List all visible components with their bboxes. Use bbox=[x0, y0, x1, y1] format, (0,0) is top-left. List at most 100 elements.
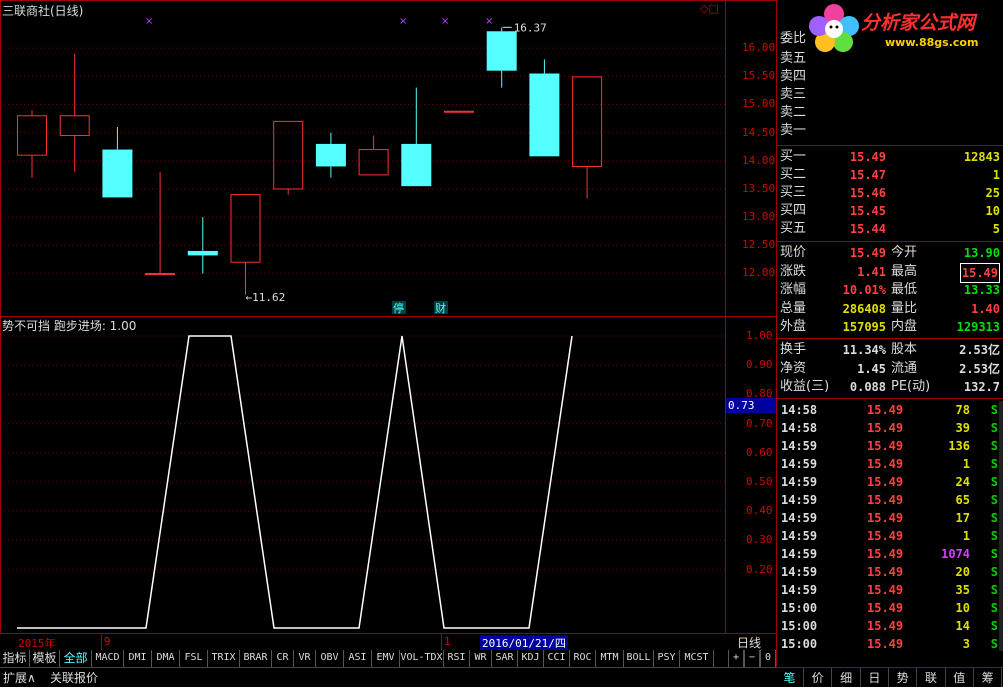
side-tab-2[interactable]: 细 bbox=[833, 668, 861, 687]
sep-line bbox=[777, 398, 1003, 399]
indicator-tab-dma[interactable]: DMA bbox=[152, 650, 180, 667]
tick-row[interactable]: 15:00 15.49 14 S bbox=[777, 617, 1003, 635]
tick-row[interactable]: 14:59 15.49 1074 S bbox=[777, 545, 1003, 563]
indicator-tab-fsl[interactable]: FSL bbox=[180, 650, 208, 667]
candle[interactable] bbox=[529, 59, 560, 157]
zoom-control-2[interactable]: 0 bbox=[760, 650, 776, 667]
tick-side: S bbox=[990, 493, 998, 507]
indicator-tab-wr[interactable]: WR bbox=[470, 650, 492, 667]
candle[interactable] bbox=[444, 110, 474, 113]
main-y-tick: 15.00 bbox=[742, 97, 776, 111]
indicator-tab-模板[interactable]: 模板 bbox=[30, 650, 60, 667]
candle[interactable] bbox=[102, 127, 133, 198]
sidebar-tab-bar: 笔价细日势联值筹 bbox=[776, 667, 1003, 687]
tick-row[interactable]: 14:59 15.49 1 S bbox=[777, 527, 1003, 545]
event-badge[interactable]: 财 bbox=[435, 301, 446, 315]
side-tab-4[interactable]: 势 bbox=[889, 668, 918, 687]
candle[interactable] bbox=[315, 132, 346, 178]
period-label[interactable]: 日线 bbox=[737, 634, 761, 651]
buy-row[interactable]: 买一 15.49 12843 bbox=[777, 148, 1003, 166]
candle[interactable] bbox=[145, 172, 176, 275]
tick-row[interactable]: 15:00 15.49 3 S bbox=[777, 635, 1003, 653]
indicator-tab-roc[interactable]: ROC bbox=[570, 650, 596, 667]
indicator-tab-emv[interactable]: EMV bbox=[372, 650, 400, 667]
tick-row[interactable]: 14:59 15.49 24 S bbox=[777, 473, 1003, 491]
indicator-tab-asi[interactable]: ASI bbox=[344, 650, 372, 667]
indicator-tab-指标[interactable]: 指标 bbox=[0, 650, 30, 667]
indicator-tab-cci[interactable]: CCI bbox=[544, 650, 570, 667]
quote-value-2: 15.49 bbox=[959, 262, 1000, 283]
indicator-tab-vol-tdx[interactable]: VOL-TDX bbox=[400, 650, 444, 667]
side-tab-7[interactable]: 筹 bbox=[974, 668, 1003, 687]
bottom-bar: 扩展∧ 关联报价 bbox=[0, 667, 776, 687]
indicator-tab-trix[interactable]: TRIX bbox=[208, 650, 240, 667]
candle[interactable] bbox=[401, 87, 432, 187]
tick-row[interactable]: 14:59 15.49 17 S bbox=[777, 509, 1003, 527]
indicator-tab-mcst[interactable]: MCST bbox=[680, 650, 714, 667]
quote-label-2: 今开 bbox=[891, 245, 918, 260]
indicator-tab-kdj[interactable]: KDJ bbox=[518, 650, 544, 667]
indicator-current-value: 0.73 bbox=[726, 398, 776, 413]
tick-row[interactable]: 14:58 15.49 39 S bbox=[777, 419, 1003, 437]
buy-price: 15.46 bbox=[849, 186, 886, 200]
indicator-tab-boll[interactable]: BOLL bbox=[624, 650, 654, 667]
candle[interactable] bbox=[572, 76, 603, 199]
side-tab-6[interactable]: 值 bbox=[946, 668, 974, 687]
indicator-tab-cr[interactable]: CR bbox=[272, 650, 294, 667]
candle[interactable] bbox=[358, 135, 389, 176]
tick-side: S bbox=[990, 457, 998, 471]
indicator-chart-svg[interactable] bbox=[0, 317, 725, 633]
tick-volume: 20 bbox=[955, 565, 970, 579]
side-tab-3[interactable]: 日 bbox=[861, 668, 889, 687]
quote-label: 涨跌 bbox=[780, 263, 807, 279]
candle[interactable] bbox=[17, 110, 47, 178]
side-tab-5[interactable]: 联 bbox=[918, 668, 946, 687]
tick-scrollbar[interactable] bbox=[999, 401, 1003, 651]
quote-row: 涨幅 10.01% 最低 13.33 bbox=[777, 281, 1003, 299]
candle[interactable] bbox=[486, 27, 517, 88]
indicator-tab-psy[interactable]: PSY bbox=[654, 650, 680, 667]
tick-row[interactable]: 14:59 15.49 1 S bbox=[777, 455, 1003, 473]
candle-body bbox=[444, 110, 474, 113]
tick-row[interactable]: 14:59 15.49 136 S bbox=[777, 437, 1003, 455]
fundamental-label-2: PE(动) bbox=[891, 379, 931, 394]
indicator-tab-vr[interactable]: VR bbox=[294, 650, 316, 667]
buy-row[interactable]: 买三 15.46 25 bbox=[777, 184, 1003, 202]
indicator-tab-mtm[interactable]: MTM bbox=[596, 650, 624, 667]
indicator-tab-sar[interactable]: SAR bbox=[492, 650, 518, 667]
candle[interactable] bbox=[230, 194, 261, 295]
buy-row[interactable]: 买四 15.45 10 bbox=[777, 202, 1003, 220]
zoom-control-0[interactable]: + bbox=[728, 650, 744, 667]
tick-volume: 136 bbox=[948, 439, 970, 453]
expand-button[interactable]: 扩展∧ bbox=[3, 669, 36, 686]
side-tab-1[interactable]: 价 bbox=[804, 668, 833, 687]
buy-row[interactable]: 买五 15.44 5 bbox=[777, 220, 1003, 238]
side-tab-0[interactable]: 笔 bbox=[776, 668, 804, 687]
main-chart-svg[interactable]: × × × × 16.37 ←11.62 停 财 bbox=[0, 0, 725, 316]
tick-volume: 78 bbox=[955, 403, 970, 417]
tick-row[interactable]: 14:59 15.49 20 S bbox=[777, 563, 1003, 581]
indicator-tab-rsi[interactable]: RSI bbox=[444, 650, 470, 667]
sell-row: 卖四 bbox=[777, 68, 1003, 86]
event-badge[interactable]: 停 bbox=[393, 301, 404, 315]
tick-side: S bbox=[990, 511, 998, 525]
event-marker-icon: × bbox=[399, 16, 407, 27]
date-axis-month-9: 9 bbox=[104, 635, 111, 648]
tick-row[interactable]: 14:59 15.49 35 S bbox=[777, 581, 1003, 599]
candle[interactable] bbox=[59, 53, 90, 173]
indicator-tab-brar[interactable]: BRAR bbox=[240, 650, 272, 667]
tick-row[interactable]: 14:59 15.49 65 S bbox=[777, 491, 1003, 509]
indicator-tab-全部[interactable]: 全部 bbox=[60, 650, 92, 667]
zoom-control-1[interactable]: − bbox=[744, 650, 760, 667]
tick-side: S bbox=[990, 439, 998, 453]
buy-row[interactable]: 买二 15.47 1 bbox=[777, 166, 1003, 184]
tick-row[interactable]: 14:58 15.49 78 S bbox=[777, 401, 1003, 419]
fundamental-value: 1.45 bbox=[857, 361, 886, 376]
related-quotes-button[interactable]: 关联报价 bbox=[50, 669, 98, 686]
indicator-tab-macd[interactable]: MACD bbox=[92, 650, 124, 667]
tick-price: 15.49 bbox=[867, 637, 904, 651]
tick-row[interactable]: 15:00 15.49 10 S bbox=[777, 599, 1003, 617]
indicator-tab-obv[interactable]: OBV bbox=[316, 650, 344, 667]
indicator-y-axis: 1.00 0.90 0.80 0.70 0.60 0.50 0.40 0.30 0.20 bbox=[725, 317, 776, 633]
indicator-tab-dmi[interactable]: DMI bbox=[124, 650, 152, 667]
